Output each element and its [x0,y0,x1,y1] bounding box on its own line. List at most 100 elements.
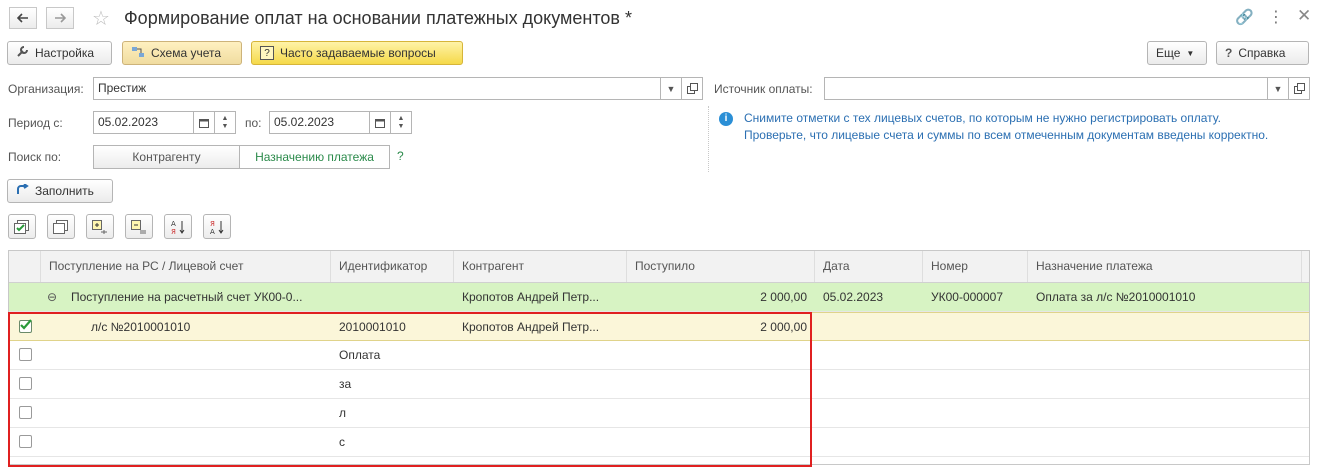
section-separator [708,106,709,172]
fill-arrow-icon [16,182,29,199]
group-amount: 2 000,00 [760,290,807,304]
header-number[interactable]: Номер [923,251,1028,282]
header-counterparty[interactable]: Контрагент [454,251,627,282]
faq-label: Часто задаваемые вопросы [280,46,436,60]
table-row[interactable]: л/с №2010001010 2010001010 Кропотов Андр… [9,312,1309,341]
wrench-icon [16,45,29,61]
check-all-icon [14,219,29,234]
hint-line-1: Снимите отметки с тех лицевых счетов, по… [744,111,1221,125]
source-open-button[interactable] [1288,77,1310,100]
period-to-field[interactable]: 05.02.2023 [269,111,370,134]
header-date[interactable]: Дата [815,251,923,282]
row-checkbox[interactable] [19,348,32,361]
hint-line-2: Проверьте, что лицевые счета и суммы по … [744,128,1269,142]
row-identifier: Оплата [339,348,381,362]
svg-text:А: А [210,228,215,235]
link-icon[interactable]: 🔗 [1235,8,1254,26]
window-title: Формирование оплат на основании платежны… [124,8,632,28]
search-option-purpose[interactable]: Назначению платежа [239,145,390,169]
header-amount[interactable]: Поступило [627,251,815,282]
close-icon[interactable]: ✕ [1297,6,1311,26]
org-field[interactable]: Престиж [93,77,661,100]
period-to-label: по: [245,116,262,130]
header-document[interactable]: Поступление на РС / Лицевой счет [41,251,331,282]
header-purpose[interactable]: Назначение платежа [1028,251,1302,282]
stepper-down-icon[interactable]: ▼ [222,123,229,131]
row-amount: 2 000,00 [760,320,807,334]
org-dropdown-button[interactable]: ▼ [660,77,682,100]
collapse-all-button[interactable] [125,214,153,239]
settings-button[interactable]: Настройка [7,41,112,65]
scheme-label: Схема учета [151,46,222,60]
expand-all-button[interactable] [86,214,114,239]
table-row[interactable]: за [9,370,1309,399]
period-from-calendar-button[interactable] [193,111,215,134]
table-row[interactable]: л [9,399,1309,428]
period-from-field[interactable]: 05.02.2023 [93,111,194,134]
group-collapse-toggle[interactable]: ⊖ [47,283,61,312]
back-button[interactable] [9,7,37,29]
open-window-icon [1293,83,1305,94]
stepper-up-icon[interactable]: ▲ [398,115,405,123]
row-identifier: за [339,377,352,391]
more-label: Еще [1156,46,1181,60]
faq-button[interactable]: ? Часто задаваемые вопросы [251,41,463,65]
settings-label: Настройка [35,46,95,60]
uncheck-all-icon [53,219,68,234]
table-row[interactable]: с [9,428,1309,457]
stepper-up-icon[interactable]: ▲ [222,115,229,123]
org-open-button[interactable] [681,77,703,100]
org-label: Организация: [8,82,84,96]
help-button[interactable]: ? Справка [1216,41,1309,65]
calendar-icon [199,118,209,128]
stepper-down-icon[interactable]: ▼ [398,123,405,131]
row-checkbox[interactable] [19,377,32,390]
group-row[interactable]: ⊖ Поступление на расчетный счет УК00-0..… [9,283,1309,312]
source-field[interactable] [824,77,1268,100]
header-identifier[interactable]: Идентификатор [331,251,454,282]
question-icon: ? [260,46,274,60]
checkmark-icon [20,319,32,330]
period-from-stepper[interactable]: ▲ ▼ [214,111,236,134]
arrow-right-icon [55,13,66,23]
sort-za-icon: ЯА [210,220,224,235]
period-to-stepper[interactable]: ▲ ▼ [390,111,412,134]
row-checkbox[interactable] [19,435,32,448]
grid-header: Поступление на РС / Лицевой счет Идентиф… [9,251,1309,283]
favorite-star-icon[interactable]: ☆ [92,6,110,31]
calendar-icon [375,118,385,128]
group-counterparty: Кропотов Андрей Петр... [462,290,600,304]
group-number: УК00-000007 [931,290,1003,304]
period-to-calendar-button[interactable] [369,111,391,134]
payments-grid[interactable]: Поступление на РС / Лицевой счет Идентиф… [8,250,1310,465]
search-help-link[interactable]: ? [397,149,404,163]
row-checkbox[interactable] [19,406,32,419]
row-account: л/с №2010001010 [91,320,191,334]
row-identifier: л [339,406,347,420]
more-button[interactable]: Еще ▼ [1147,41,1207,65]
group-date: 05.02.2023 [823,290,884,304]
sort-descending-button[interactable]: ЯА [203,214,231,239]
search-option-counterparty[interactable]: Контрагенту [93,145,240,169]
svg-text:Я: Я [171,228,176,235]
check-all-button[interactable] [8,214,36,239]
row-identifier: 2010001010 [339,320,406,334]
more-vertical-icon[interactable]: ⋮ [1268,7,1284,27]
open-window-icon [686,83,698,94]
svg-text:Я: Я [210,220,215,228]
fill-button[interactable]: Заполнить [7,179,113,203]
sort-ascending-button[interactable]: АЯ [164,214,192,239]
scheme-icon [131,46,145,61]
sort-az-icon: АЯ [171,220,185,235]
table-row[interactable]: Оплата [9,341,1309,370]
uncheck-all-button[interactable] [47,214,75,239]
source-dropdown-button[interactable]: ▼ [1267,77,1289,100]
forward-button[interactable] [46,7,74,29]
info-icon: i [719,112,733,126]
period-label: Период с: [8,116,63,130]
expand-tree-icon [92,219,107,234]
group-document: Поступление на расчетный счет УК00-0... [71,290,303,304]
row-checkbox[interactable] [19,319,32,333]
scheme-button[interactable]: Схема учета [122,41,242,65]
row-counterparty: Кропотов Андрей Петр... [462,320,600,334]
